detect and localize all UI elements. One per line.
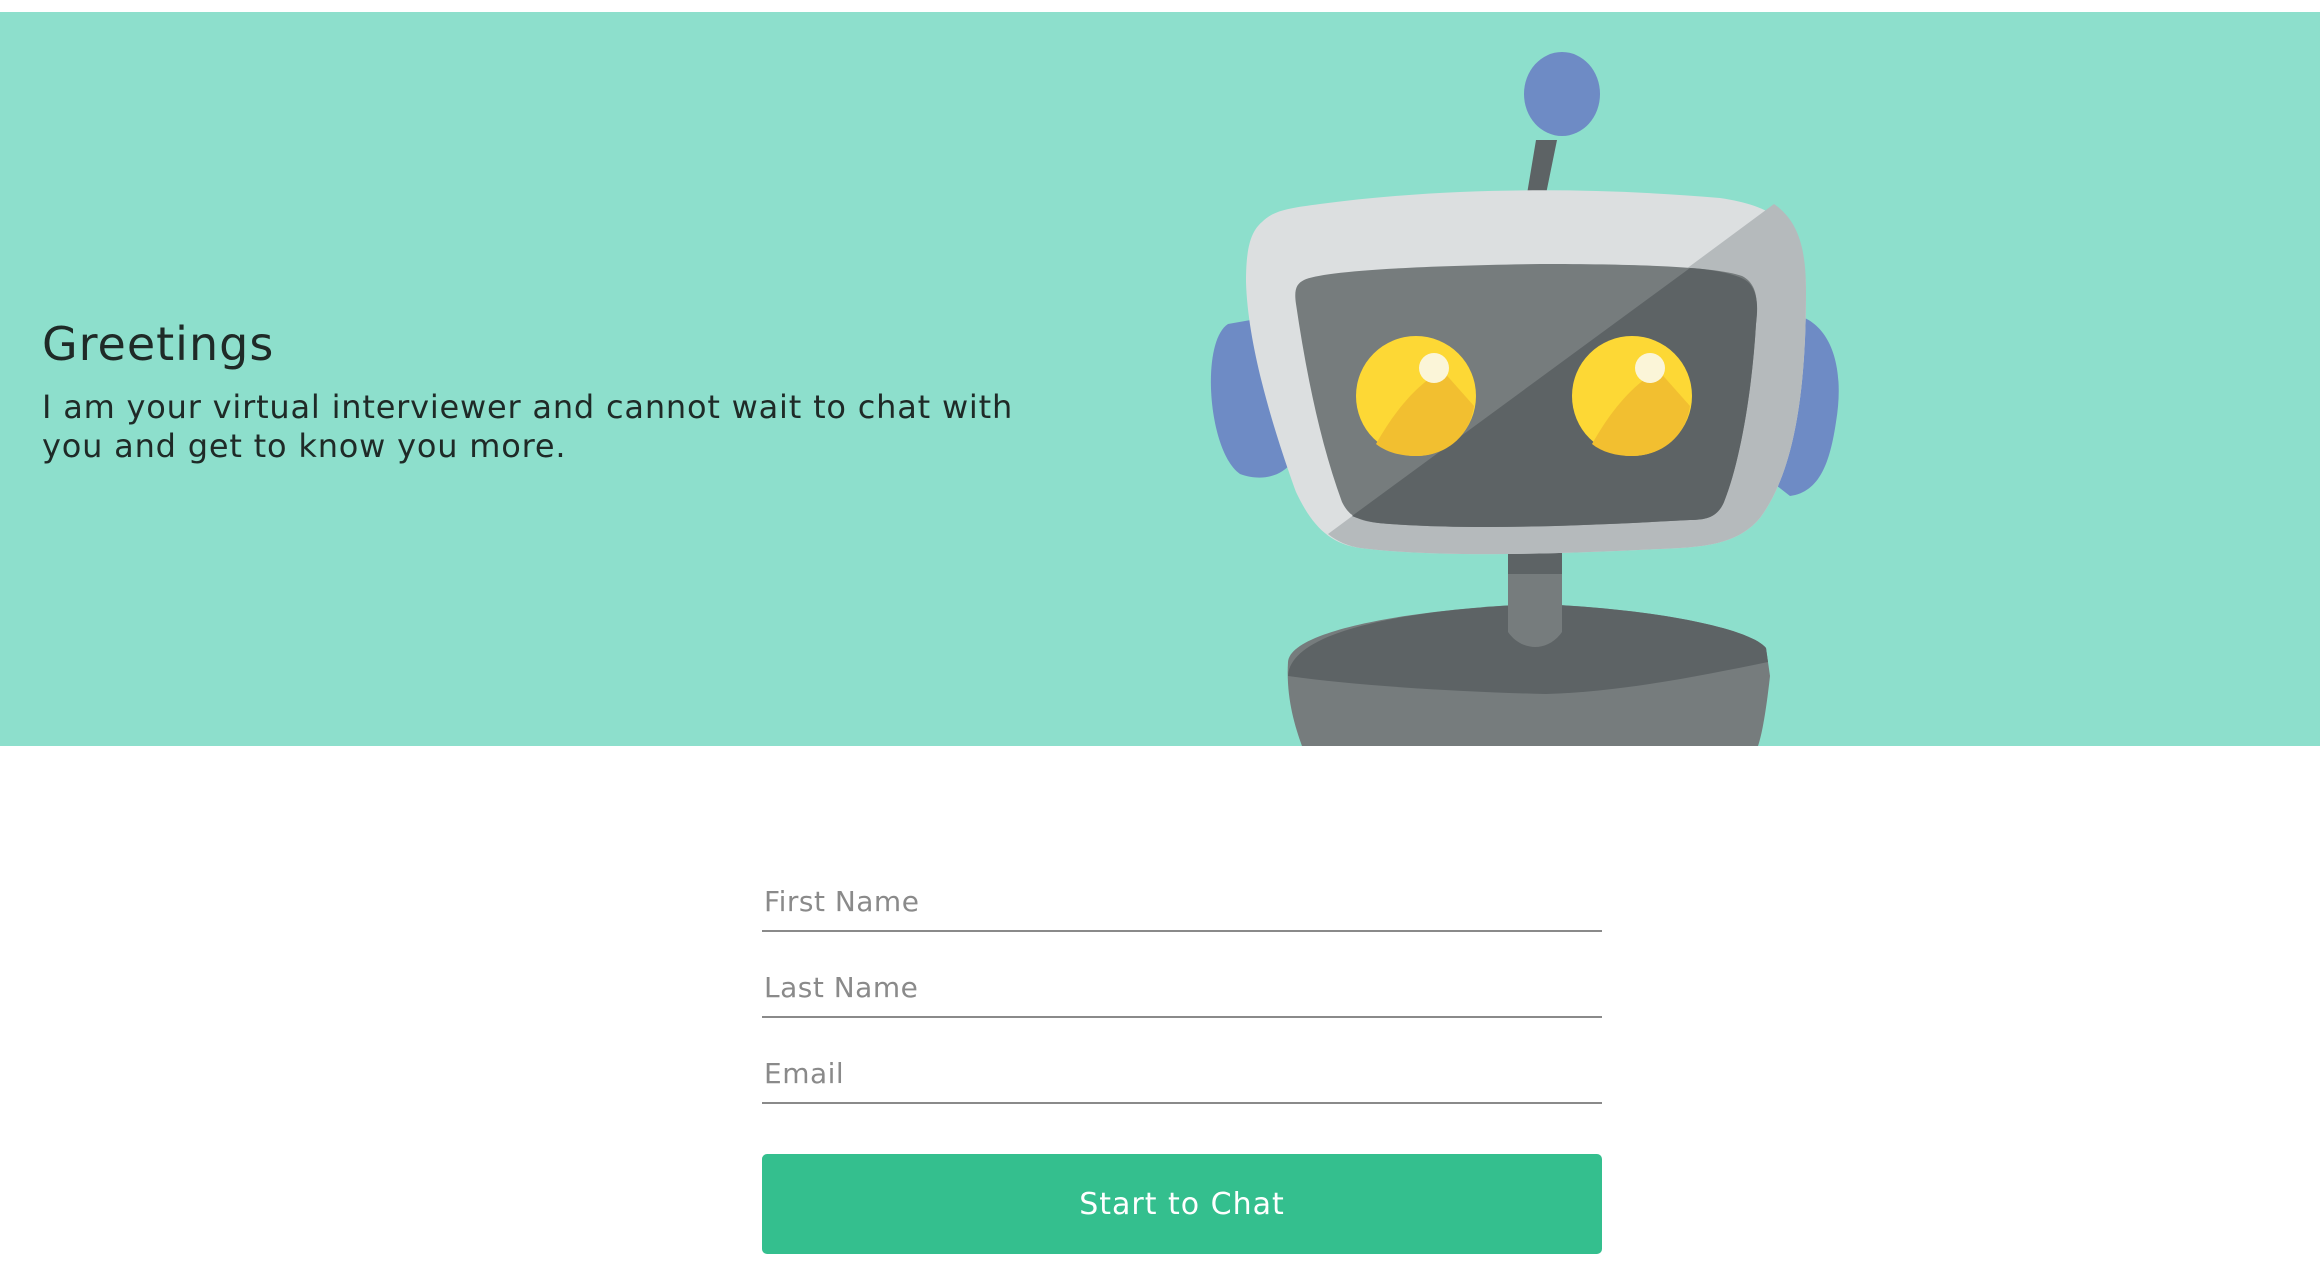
- signup-form: Start to Chat: [762, 868, 1602, 1254]
- last-name-field: [762, 954, 1602, 1018]
- email-input[interactable]: [764, 1052, 1594, 1094]
- last-name-input[interactable]: [764, 966, 1594, 1008]
- first-name-field: [762, 868, 1602, 932]
- hero-subtitle: I am your virtual interviewer and cannot…: [42, 388, 1014, 465]
- email-field: [762, 1040, 1602, 1104]
- hero-text: Greetings I am your virtual interviewer …: [42, 314, 1072, 466]
- hero-title: Greetings: [42, 317, 275, 371]
- robot-antenna-bulb: [1524, 52, 1600, 136]
- robot-left-eye-glint: [1419, 353, 1449, 383]
- page: Greetings I am your virtual interviewer …: [0, 0, 2320, 1288]
- robot-illustration: [1210, 52, 1839, 746]
- first-name-input[interactable]: [764, 880, 1594, 922]
- robot-antenna: [1527, 140, 1557, 194]
- start-chat-button[interactable]: Start to Chat: [762, 1154, 1602, 1254]
- hero-banner: Greetings I am your virtual interviewer …: [0, 12, 2320, 746]
- robot-neck-shadow: [1508, 552, 1562, 574]
- robot-right-eye-glint: [1635, 353, 1665, 383]
